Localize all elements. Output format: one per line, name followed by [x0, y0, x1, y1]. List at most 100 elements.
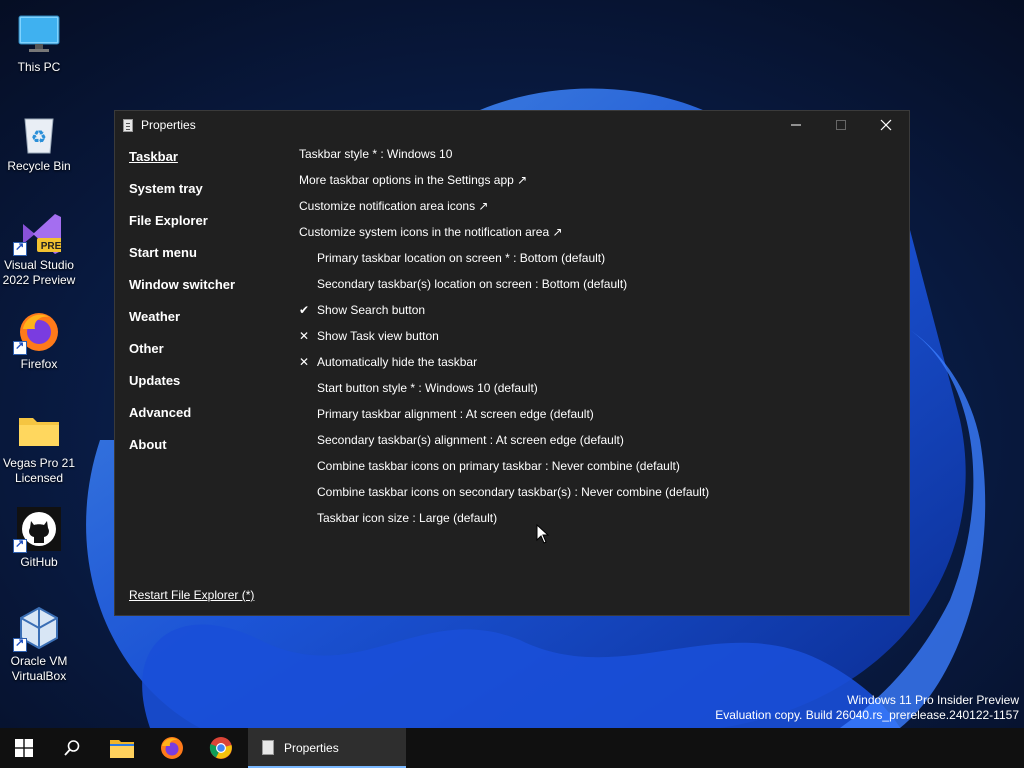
option-label: Customize system icons in the notificati…: [299, 225, 563, 239]
maximize-button[interactable]: [818, 111, 864, 139]
option-notification-icons-link[interactable]: Customize notification area icons ↗: [299, 199, 488, 213]
firefox-icon: [161, 737, 183, 759]
desktop-icon-label: Oracle VM: [10, 654, 68, 668]
desktop-icon-label-line2: Licensed: [14, 471, 64, 485]
desktop-icon-virtualbox[interactable]: Oracle VM VirtualBox: [0, 598, 78, 684]
nav-item-system-tray[interactable]: System tray: [129, 181, 203, 196]
desktop-icon-label-line2: 2022 Preview: [2, 273, 76, 287]
desktop-icon-this-pc[interactable]: This PC: [0, 4, 78, 75]
maximize-icon: [836, 120, 846, 130]
option-secondary-alignment[interactable]: Secondary taskbar(s) alignment : At scre…: [299, 433, 624, 447]
option-label: Taskbar style * : Windows 10: [299, 147, 453, 161]
visual-studio-icon: PRE: [13, 210, 65, 256]
pre-badge: PRE: [41, 241, 61, 252]
option-label: Customize notification area icons ↗: [299, 199, 489, 213]
desktop-icon-label: GitHub: [20, 555, 58, 569]
taskbar-app-label: Properties: [284, 741, 339, 755]
nav-item-updates[interactable]: Updates: [129, 373, 180, 388]
option-label: Secondary taskbar(s) alignment : At scre…: [317, 433, 624, 447]
desktop-icon-github[interactable]: GitHub: [0, 499, 78, 570]
nav-item-taskbar[interactable]: Taskbar: [129, 149, 178, 164]
close-icon: [880, 119, 892, 131]
cross-icon: ✕: [299, 355, 310, 369]
desktop-icon-label: Firefox: [20, 357, 58, 371]
taskbar-chrome[interactable]: [197, 728, 245, 768]
option-primary-location[interactable]: Primary taskbar location on screen * : B…: [299, 251, 605, 265]
desktop-icon-vegas-pro[interactable]: Vegas Pro 21 Licensed: [0, 400, 78, 486]
properties-app-icon: [262, 740, 274, 755]
nav-item-advanced[interactable]: Advanced: [129, 405, 191, 420]
desktop-icon-visual-studio[interactable]: PRE Visual Studio 2022 Preview: [0, 202, 78, 288]
github-icon: [13, 507, 61, 553]
chrome-icon: [209, 737, 232, 759]
option-auto-hide[interactable]: ✕ Automatically hide the taskbar: [299, 355, 477, 369]
svg-text:♻: ♻: [31, 127, 47, 148]
properties-window: Properties Taskbar System tray File Expl…: [114, 110, 910, 616]
option-label: Automatically hide the taskbar: [317, 355, 478, 369]
desktop-icon-label: Recycle Bin: [7, 159, 71, 173]
nav-item-file-explorer[interactable]: File Explorer: [129, 213, 208, 228]
desktop-icon-recycle-bin[interactable]: ♻ Recycle Bin: [0, 103, 78, 174]
virtualbox-icon: [13, 606, 61, 652]
recycle-bin-icon: ♻: [17, 111, 61, 155]
option-show-search[interactable]: ✔ Show Search button: [299, 303, 425, 317]
option-label: Combine taskbar icons on secondary taskb…: [317, 485, 710, 499]
option-label: Taskbar icon size : Large (default): [317, 511, 498, 525]
option-system-icons-link[interactable]: Customize system icons in the notificati…: [299, 225, 563, 239]
option-taskbar-style[interactable]: Taskbar style * : Windows 10: [299, 147, 452, 161]
option-label: Start button style * : Windows 10 (defau…: [317, 381, 538, 395]
taskbar: Properties: [0, 728, 1024, 768]
option-secondary-location[interactable]: Secondary taskbar(s) location on screen …: [299, 277, 627, 291]
watermark-line-2: Evaluation copy. Build 26040.rs_prerelea…: [715, 708, 1019, 722]
nav-item-other[interactable]: Other: [129, 341, 164, 356]
desktop-icon-label: Vegas Pro 21: [2, 456, 76, 470]
nav-item-about[interactable]: About: [129, 437, 167, 452]
windows-logo-icon: [15, 739, 33, 757]
option-label: Secondary taskbar(s) location on screen …: [317, 277, 628, 291]
option-settings-app-link[interactable]: More taskbar options in the Settings app…: [299, 173, 527, 187]
option-label: Show Task view button: [317, 329, 439, 343]
minimize-button[interactable]: [773, 111, 819, 139]
restart-explorer-link[interactable]: Restart File Explorer (*): [129, 588, 254, 602]
desktop-icon-label: This PC: [17, 60, 61, 74]
option-combine-primary[interactable]: Combine taskbar icons on primary taskbar…: [299, 459, 680, 473]
nav-item-start-menu[interactable]: Start menu: [129, 245, 197, 260]
option-label: Primary taskbar alignment : At screen ed…: [317, 407, 594, 421]
option-icon-size[interactable]: Taskbar icon size : Large (default): [299, 511, 497, 525]
option-show-task-view[interactable]: ✕ Show Task view button: [299, 329, 439, 343]
minimize-icon: [791, 124, 801, 126]
desktop-icon-label: Visual Studio: [4, 258, 74, 272]
taskbar-file-explorer[interactable]: [98, 728, 146, 768]
checkmark-icon: ✔: [299, 303, 310, 317]
option-combine-secondary[interactable]: Combine taskbar icons on secondary taskb…: [299, 485, 709, 499]
start-button[interactable]: [0, 728, 48, 768]
desktop-icon-firefox[interactable]: Firefox: [0, 301, 78, 372]
search-button[interactable]: [48, 728, 96, 768]
shortcut-arrow-icon: [13, 537, 27, 553]
build-watermark: Windows 11 Pro Insider Preview Evaluatio…: [715, 693, 1019, 723]
nav-item-weather[interactable]: Weather: [129, 309, 180, 324]
shortcut-arrow-icon: [13, 339, 27, 355]
mouse-cursor-icon: [536, 524, 550, 544]
window-title: Properties: [141, 118, 196, 132]
cross-icon: ✕: [299, 329, 310, 343]
firefox-icon: [13, 309, 61, 355]
option-label: Show Search button: [317, 303, 426, 317]
shortcut-arrow-icon: [13, 636, 27, 652]
close-button[interactable]: [863, 111, 909, 139]
shortcut-arrow-icon: [13, 240, 27, 256]
monitor-icon: [17, 12, 61, 56]
folder-icon: [17, 408, 61, 452]
option-label: Combine taskbar icons on primary taskbar…: [317, 459, 680, 473]
option-primary-alignment[interactable]: Primary taskbar alignment : At screen ed…: [299, 407, 594, 421]
search-icon: [64, 740, 80, 756]
window-titlebar[interactable]: Properties: [115, 111, 909, 139]
option-start-button-style[interactable]: Start button style * : Windows 10 (defau…: [299, 381, 538, 395]
taskbar-properties-app[interactable]: Properties: [248, 728, 406, 768]
watermark-line-1: Windows 11 Pro Insider Preview: [847, 693, 1019, 707]
properties-app-icon: [123, 119, 133, 132]
option-label: Primary taskbar location on screen * : B…: [317, 251, 606, 265]
desktop-icon-label-line2: VirtualBox: [11, 669, 67, 683]
taskbar-firefox[interactable]: [148, 728, 196, 768]
nav-item-window-switcher[interactable]: Window switcher: [129, 277, 235, 292]
